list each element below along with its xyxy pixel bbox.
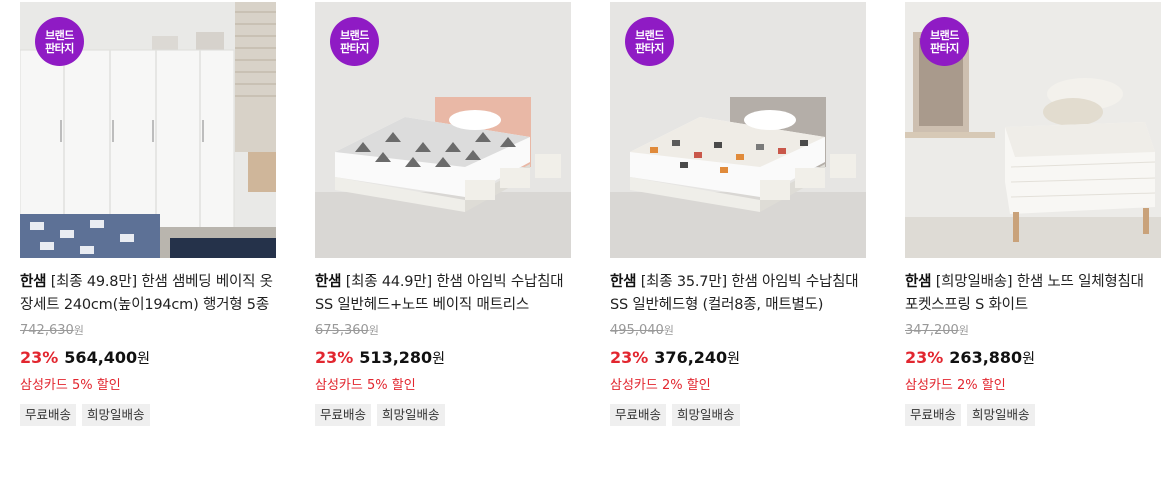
sale-price-value: 513,280 xyxy=(359,348,433,367)
tag-free-shipping: 무료배송 xyxy=(905,404,962,426)
product-brand: 한샘 xyxy=(905,274,932,290)
brand-fantasy-badge: 브랜드 판타지 xyxy=(625,17,674,66)
original-price: 742,630원 xyxy=(20,321,276,341)
original-price-unit: 원 xyxy=(73,324,84,337)
tag-date-delivery: 희망일배송 xyxy=(967,404,1035,426)
original-price-value: 742,630 xyxy=(20,323,74,338)
product-brand: 한샘 xyxy=(610,274,637,290)
delivery-tags: 무료배송 희망일배송 xyxy=(315,404,571,426)
brand-fantasy-badge: 브랜드 판타지 xyxy=(920,17,969,66)
product-grid: 브랜드 판타지 한샘 [최종 49.8만] 한샘 샘베딩 베이직 옷장세트 24… xyxy=(0,0,1164,482)
product-card[interactable]: 브랜드 판타지 한샘 [최종 44.9만] 한샘 아임빅 수납침대 SS 일반헤… xyxy=(315,2,571,426)
sale-price: 23% 564,400원 xyxy=(20,347,276,370)
badge-line1: 브랜드 xyxy=(340,28,369,42)
brand-fantasy-badge: 브랜드 판타지 xyxy=(330,17,379,66)
tag-date-delivery: 희망일배송 xyxy=(672,404,740,426)
product-image[interactable]: 브랜드 판타지 xyxy=(20,2,276,258)
sale-price-unit: 원 xyxy=(137,351,151,367)
sale-price-unit: 원 xyxy=(432,351,446,367)
original-price-unit: 원 xyxy=(368,324,379,337)
sale-price-unit: 원 xyxy=(1022,351,1036,367)
product-name: [최종 49.8만] 한샘 샘베딩 베이직 옷장세트 240cm(높이194cm… xyxy=(20,274,273,313)
product-title[interactable]: 한샘 [최종 44.9만] 한샘 아임빅 수납침대 SS 일반헤드+노뜨 베이직… xyxy=(315,271,571,317)
card-benefit: 삼성카드 5% 할인 xyxy=(20,378,121,393)
badge-line1: 브랜드 xyxy=(930,28,959,42)
delivery-tags: 무료배송 희망일배송 xyxy=(905,404,1161,426)
product-title[interactable]: 한샘 [최종 35.7만] 한샘 아임빅 수납침대 SS 일반헤드형 (컬러8종… xyxy=(610,271,866,317)
badge-line2: 판타지 xyxy=(340,41,369,55)
sale-price-value: 263,880 xyxy=(949,348,1023,367)
sale-price-value: 564,400 xyxy=(64,348,138,367)
discount-rate: 23% xyxy=(905,348,944,367)
tag-free-shipping: 무료배송 xyxy=(610,404,667,426)
tag-date-delivery: 희망일배송 xyxy=(377,404,445,426)
product-title[interactable]: 한샘 [희망일배송] 한샘 노뜨 일체형침대 포켓스프링 S 화이트 xyxy=(905,271,1161,317)
product-card[interactable]: 브랜드 판타지 한샘 [최종 35.7만] 한샘 아임빅 수납침대 SS 일반헤… xyxy=(610,2,866,426)
sale-price: 23% 513,280원 xyxy=(315,347,571,370)
sale-price-value: 376,240 xyxy=(654,348,728,367)
original-price: 495,040원 xyxy=(610,321,866,341)
product-name: [최종 44.9만] 한샘 아임빅 수납침대 SS 일반헤드+노뜨 베이직 매트… xyxy=(315,274,564,313)
original-price-value: 347,200 xyxy=(905,323,959,338)
discount-rate: 23% xyxy=(20,348,59,367)
card-benefit: 삼성카드 2% 할인 xyxy=(610,378,711,393)
original-price: 347,200원 xyxy=(905,321,1161,341)
card-benefit: 삼성카드 2% 할인 xyxy=(905,378,1006,393)
tag-date-delivery: 희망일배송 xyxy=(82,404,150,426)
original-price: 675,360원 xyxy=(315,321,571,341)
original-price-value: 495,040 xyxy=(610,323,664,338)
badge-line2: 판타지 xyxy=(45,41,74,55)
original-price-unit: 원 xyxy=(663,324,674,337)
sale-price: 23% 263,880원 xyxy=(905,347,1161,370)
sale-price: 23% 376,240원 xyxy=(610,347,866,370)
product-image[interactable]: 브랜드 판타지 xyxy=(905,2,1161,258)
brand-fantasy-badge: 브랜드 판타지 xyxy=(35,17,84,66)
product-title[interactable]: 한샘 [최종 49.8만] 한샘 샘베딩 베이직 옷장세트 240cm(높이19… xyxy=(20,271,276,317)
discount-rate: 23% xyxy=(315,348,354,367)
product-name: [최종 35.7만] 한샘 아임빅 수납침대 SS 일반헤드형 (컬러8종, 매… xyxy=(610,274,859,313)
product-image[interactable]: 브랜드 판타지 xyxy=(315,2,571,258)
tag-free-shipping: 무료배송 xyxy=(315,404,372,426)
badge-line1: 브랜드 xyxy=(45,28,74,42)
original-price-value: 675,360 xyxy=(315,323,369,338)
original-price-unit: 원 xyxy=(958,324,969,337)
product-image[interactable]: 브랜드 판타지 xyxy=(610,2,866,258)
product-card[interactable]: 브랜드 판타지 한샘 [최종 49.8만] 한샘 샘베딩 베이직 옷장세트 24… xyxy=(20,2,276,426)
product-brand: 한샘 xyxy=(20,274,47,290)
product-brand: 한샘 xyxy=(315,274,342,290)
tag-free-shipping: 무료배송 xyxy=(20,404,77,426)
delivery-tags: 무료배송 희망일배송 xyxy=(20,404,276,426)
card-benefit: 삼성카드 5% 할인 xyxy=(315,378,416,393)
sale-price-unit: 원 xyxy=(727,351,741,367)
product-card[interactable]: 브랜드 판타지 한샘 [희망일배송] 한샘 노뜨 일체형침대 포켓스프링 S 화… xyxy=(905,2,1161,426)
badge-line2: 판타지 xyxy=(930,41,959,55)
badge-line2: 판타지 xyxy=(635,41,664,55)
delivery-tags: 무료배송 희망일배송 xyxy=(610,404,866,426)
product-name: [희망일배송] 한샘 노뜨 일체형침대 포켓스프링 S 화이트 xyxy=(905,274,1144,313)
discount-rate: 23% xyxy=(610,348,649,367)
badge-line1: 브랜드 xyxy=(635,28,664,42)
